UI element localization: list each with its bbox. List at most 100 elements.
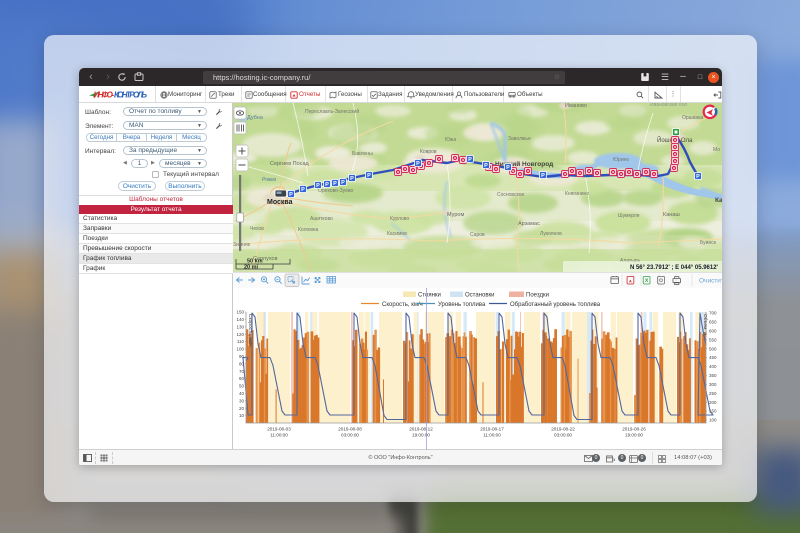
- svg-text:ИНФО-: ИНФО-: [94, 91, 115, 100]
- svg-text:Ашитково: Ашитково: [310, 216, 333, 222]
- svg-text:Заволжье: Заволжье: [508, 136, 531, 142]
- svg-text:N 56° 23.7912' ; E 044° 05.961: N 56° 23.7912' ; E 044° 05.9612': [630, 265, 719, 271]
- svg-text:50: 50: [239, 384, 245, 389]
- svg-text:P: P: [316, 183, 320, 189]
- svg-text:80: 80: [239, 361, 245, 366]
- svg-text:P: P: [325, 182, 329, 188]
- svg-text:Буинск: Буинск: [700, 240, 717, 246]
- svg-text:120: 120: [236, 332, 244, 337]
- svg-text:P: P: [484, 163, 488, 169]
- svg-text:Объем, л: Объем, л: [702, 314, 708, 335]
- svg-text:P: P: [301, 187, 305, 193]
- svg-text:Сосновское: Сосновское: [497, 192, 525, 198]
- svg-text:P: P: [696, 174, 700, 180]
- svg-text:P: P: [341, 180, 345, 186]
- svg-text:Каз: Каз: [715, 197, 722, 204]
- svg-text:40: 40: [239, 391, 245, 396]
- svg-text:Переславль-Залесский: Переславль-Залесский: [305, 108, 359, 115]
- svg-text:150: 150: [709, 409, 717, 414]
- svg-text:P: P: [367, 173, 371, 179]
- svg-text:700: 700: [709, 311, 717, 316]
- svg-text:03:00:00: 03:00:00: [554, 433, 572, 438]
- svg-text:Арзамас: Арзамас: [518, 221, 540, 227]
- svg-text:Москва: Москва: [267, 199, 293, 206]
- svg-text:Обработанный уровень топлива: Обработанный уровень топлива: [510, 301, 601, 308]
- svg-text:P: P: [541, 173, 545, 179]
- svg-text:650: 650: [709, 320, 717, 325]
- svg-text:19:00:00: 19:00:00: [625, 433, 643, 438]
- svg-text:Канаш: Канаш: [663, 212, 680, 218]
- svg-text:Лукоянов: Лукоянов: [540, 231, 562, 237]
- svg-text:450: 450: [709, 355, 717, 360]
- svg-text:Сергиев Посад: Сергиев Посад: [270, 161, 309, 167]
- svg-text:2019-08-03: 2019-08-03: [267, 427, 291, 432]
- svg-text:60: 60: [239, 376, 245, 381]
- svg-text:150: 150: [236, 310, 244, 315]
- svg-text:20: 20: [239, 406, 245, 411]
- svg-text:200: 200: [709, 400, 717, 405]
- svg-text:10: 10: [239, 413, 245, 418]
- svg-text:350: 350: [709, 373, 717, 378]
- svg-text:P: P: [468, 157, 472, 163]
- svg-text:Нижний Новгород: Нижний Новгород: [495, 160, 553, 168]
- svg-text:Стоянки: Стоянки: [418, 293, 441, 299]
- svg-text:20 mi: 20 mi: [244, 265, 259, 271]
- svg-text:300: 300: [709, 382, 717, 387]
- svg-text:70: 70: [239, 369, 245, 374]
- svg-text:Ряжки: Ряжки: [262, 177, 276, 183]
- svg-text:Скорость, км/ч: Скорость, км/ч: [382, 302, 423, 308]
- svg-text:Поездки: Поездки: [526, 293, 549, 299]
- svg-text:2019-08-22: 2019-08-22: [551, 427, 575, 432]
- svg-text:P: P: [289, 192, 293, 198]
- svg-text:Орехово-Зуево: Орехово-Зуево: [318, 188, 353, 194]
- svg-text:P: P: [506, 165, 510, 171]
- svg-text:A: A: [629, 279, 632, 283]
- svg-text:Зимняк: Зимняк: [233, 242, 251, 248]
- svg-text:03:00:00: 03:00:00: [341, 433, 359, 438]
- svg-text:Остановки: Остановки: [465, 293, 495, 299]
- svg-text:Иваново: Иваново: [565, 103, 587, 109]
- svg-text:11:00:00: 11:00:00: [270, 433, 288, 438]
- svg-text:140: 140: [236, 317, 244, 322]
- svg-text:400: 400: [709, 364, 717, 369]
- svg-text:Оршанка: Оршанка: [682, 115, 704, 121]
- svg-text:Скорость, км/ч: Скорость, км/ч: [247, 314, 253, 347]
- svg-text:2019-08-26: 2019-08-26: [622, 427, 646, 432]
- svg-text:11:00:00: 11:00:00: [483, 433, 501, 438]
- svg-text:500: 500: [709, 346, 717, 351]
- svg-text:Княгинино: Княгинино: [565, 191, 589, 197]
- svg-text:Ковров: Ковров: [420, 149, 437, 155]
- svg-text:Юрино: Юрино: [613, 157, 629, 163]
- svg-text:250: 250: [709, 391, 717, 396]
- svg-text:Курлово: Курлово: [390, 216, 409, 222]
- svg-text:Дубна: Дубна: [247, 115, 264, 121]
- svg-text:Очистить: Очистить: [699, 278, 722, 285]
- svg-text:600: 600: [709, 328, 717, 333]
- svg-text:100: 100: [709, 418, 717, 423]
- svg-text:2019-08-17: 2019-08-17: [480, 427, 504, 432]
- svg-text:130: 130: [236, 324, 244, 329]
- svg-text:Уровень топлива: Уровень топлива: [438, 302, 486, 308]
- svg-text:P: P: [350, 176, 354, 182]
- svg-text:Ивановская обл: Ивановская обл: [650, 103, 687, 108]
- svg-text:Южа: Южа: [445, 137, 456, 143]
- svg-text:Шумерля: Шумерля: [618, 213, 640, 219]
- svg-text:2019-08-12: 2019-08-12: [409, 427, 433, 432]
- svg-text:Саров: Саров: [470, 232, 485, 238]
- svg-text:30: 30: [239, 398, 245, 403]
- svg-text:Мо: Мо: [713, 147, 720, 153]
- svg-text:90: 90: [239, 354, 245, 359]
- svg-text:P: P: [333, 181, 337, 187]
- svg-text:2019-08-08: 2019-08-08: [338, 427, 362, 432]
- svg-text:550: 550: [709, 337, 717, 342]
- svg-text:Муром: Муром: [447, 212, 464, 218]
- svg-text:100: 100: [236, 347, 244, 352]
- svg-text:Бавлены: Бавлены: [352, 151, 373, 157]
- svg-text:Чехов: Чехов: [250, 226, 264, 232]
- svg-text:110: 110: [237, 339, 245, 344]
- svg-text:Касимов: Касимов: [387, 231, 407, 237]
- svg-text:КОНТРОЛЬ: КОНТРОЛЬ: [114, 91, 147, 100]
- svg-text:Коломна: Коломна: [298, 227, 319, 233]
- svg-text:19:00:00: 19:00:00: [412, 433, 430, 438]
- svg-text:P: P: [416, 161, 420, 167]
